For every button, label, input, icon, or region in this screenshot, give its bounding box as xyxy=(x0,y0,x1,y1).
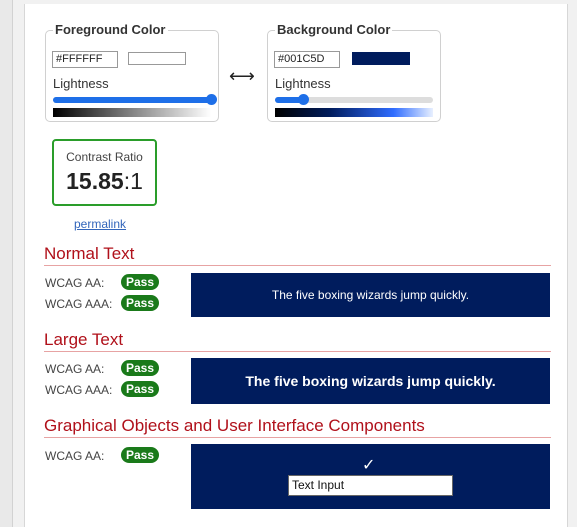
foreground-lightness-label: Lightness xyxy=(53,76,109,91)
large-aa-label: WCAG AA: xyxy=(45,362,105,376)
contrast-ratio-value: 15.85:1 xyxy=(54,168,155,195)
contrast-ratio-number: 15.85 xyxy=(66,168,124,194)
foreground-color-picker[interactable] xyxy=(128,52,186,65)
background-lightness-label: Lightness xyxy=(275,76,331,91)
background-lightness-slider[interactable] xyxy=(275,94,433,105)
large-aa-pass-badge: Pass xyxy=(121,360,160,376)
permalink-link[interactable]: permalink xyxy=(74,217,126,231)
swap-colors-icon[interactable]: ⟷ xyxy=(229,66,255,87)
large-aa-row: WCAG AA: Pass xyxy=(45,360,160,376)
large-text-heading: Large Text xyxy=(44,330,551,352)
ui-aa-row: WCAG AA: Pass xyxy=(45,447,160,463)
normal-aa-label: WCAG AA: xyxy=(45,276,105,290)
foreground-color-group: Foreground Color #FFFFFF Lightness xyxy=(45,22,219,122)
background-lightness-gradient xyxy=(275,108,433,117)
left-scroll-strip xyxy=(0,0,13,527)
foreground-lightness-gradient xyxy=(53,108,211,117)
background-color-picker[interactable] xyxy=(352,52,410,65)
foreground-lightness-slider[interactable] xyxy=(53,94,217,105)
foreground-legend: Foreground Color xyxy=(53,22,168,37)
normal-aaa-row: WCAG AAA: Pass xyxy=(45,295,160,311)
ui-aa-label: WCAG AA: xyxy=(45,449,105,463)
foreground-slider-thumb[interactable] xyxy=(206,94,217,105)
normal-aaa-pass-badge: Pass xyxy=(121,295,160,311)
large-aaa-label: WCAG AAA: xyxy=(45,383,113,397)
sample-text-input[interactable]: Text Input xyxy=(288,475,453,496)
large-aaa-pass-badge: Pass xyxy=(121,381,160,397)
normal-text-preview: The five boxing wizards jump quickly. xyxy=(191,273,550,317)
contrast-ratio-label: Contrast Ratio xyxy=(66,150,143,164)
normal-aa-row: WCAG AA: Pass xyxy=(45,274,160,290)
large-text-preview: The five boxing wizards jump quickly. xyxy=(191,358,550,404)
normal-aa-pass-badge: Pass xyxy=(121,274,160,290)
ui-aa-pass-badge: Pass xyxy=(121,447,160,463)
foreground-hex-input[interactable]: #FFFFFF xyxy=(52,51,118,68)
foreground-slider-fill xyxy=(53,97,211,103)
ui-components-heading: Graphical Objects and User Interface Com… xyxy=(44,416,551,438)
contrast-ratio-suffix: :1 xyxy=(123,168,143,194)
background-slider-thumb[interactable] xyxy=(298,94,310,105)
normal-aaa-label: WCAG AAA: xyxy=(45,297,113,311)
background-legend: Background Color xyxy=(275,22,393,37)
normal-text-heading: Normal Text xyxy=(44,244,551,266)
background-hex-input[interactable]: #001C5D xyxy=(274,51,340,68)
large-aaa-row: WCAG AAA: Pass xyxy=(45,381,160,397)
ui-components-preview: ✓ Text Input xyxy=(191,444,550,509)
background-color-group: Background Color #001C5D Lightness xyxy=(267,22,441,122)
contrast-ratio-box: Contrast Ratio 15.85:1 xyxy=(52,139,157,206)
checkmark-icon: ✓ xyxy=(362,455,376,474)
